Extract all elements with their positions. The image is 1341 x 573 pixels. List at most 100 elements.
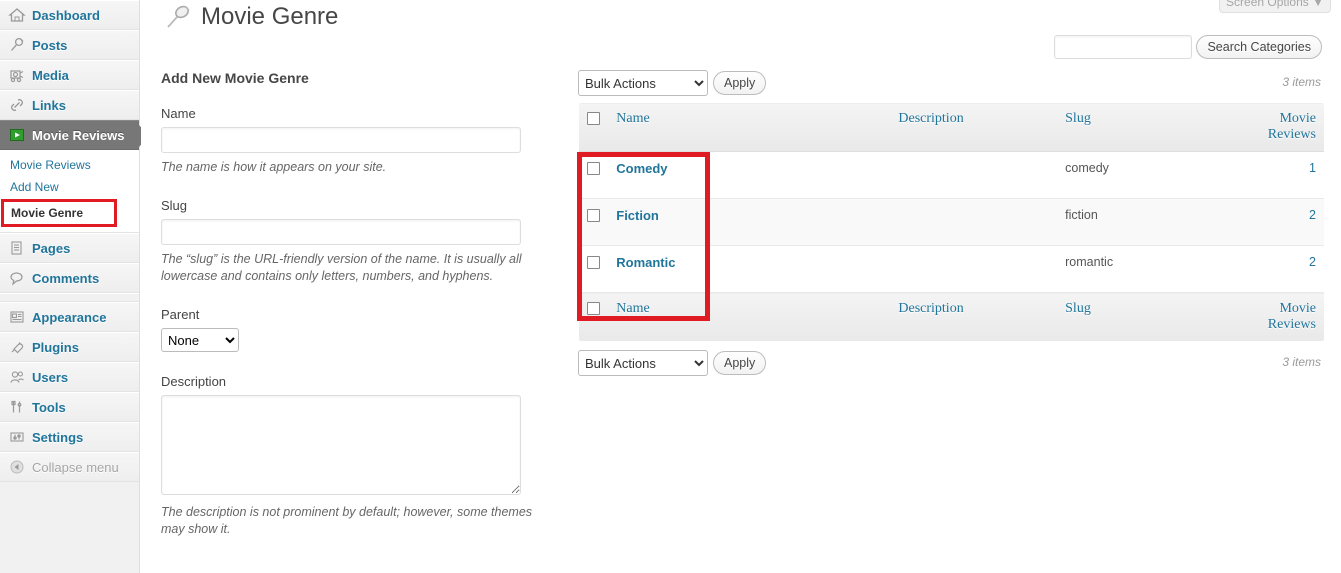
row-slug-cell: fiction — [1057, 198, 1229, 246]
sidebar-item-label: Settings — [32, 429, 84, 445]
row-count-cell: 1 — [1228, 151, 1324, 199]
comment-icon — [8, 269, 26, 287]
column-header-description[interactable]: Description — [804, 103, 1058, 152]
term-name-link[interactable]: Comedy — [616, 161, 667, 176]
sidebar-subitem-add-new[interactable]: Add New — [0, 176, 139, 198]
sidebar-item-links[interactable]: Links — [0, 90, 139, 120]
row-checkbox[interactable] — [587, 209, 600, 222]
sidebar-item-plugins[interactable]: Plugins — [0, 332, 139, 362]
select-all-header — [579, 103, 609, 152]
table-head: Name Description Slug Movie Reviews — [579, 103, 1324, 152]
field-parent: Parent None — [161, 307, 561, 352]
tablenav-top: Bulk Actions Apply 3 items — [578, 70, 1333, 102]
row-checkbox[interactable] — [587, 256, 600, 269]
row-description-cell — [804, 151, 1058, 199]
sidebar-item-dashboard[interactable]: Dashboard — [0, 0, 139, 30]
sidebar-item-media[interactable]: Media — [0, 60, 139, 90]
term-name-link[interactable]: Fiction — [616, 208, 659, 223]
form-heading: Add New Movie Genre — [161, 70, 309, 86]
sidebar-item-label: Appearance — [32, 309, 107, 325]
collapse-menu-button[interactable]: Collapse menu — [0, 452, 139, 482]
field-slug: Slug The “slug” is the URL-friendly vers… — [161, 198, 561, 285]
description-help: The description is not prominent by defa… — [161, 505, 533, 536]
name-label: Name — [161, 106, 196, 121]
bulk-actions-select-bottom[interactable]: Bulk Actions — [578, 350, 708, 376]
parent-label: Parent — [161, 307, 200, 322]
sidebar-item-pages[interactable]: Pages — [0, 233, 139, 263]
table-body: Comedy comedy 1 Fiction fiction 2 Romant… — [579, 151, 1324, 293]
search-input[interactable] — [1054, 35, 1193, 59]
bulk-actions-top: Bulk Actions Apply — [578, 70, 767, 96]
sidebar-item-movie-reviews[interactable]: Movie Reviews — [0, 120, 149, 150]
search-categories-button[interactable]: Search Categories — [1196, 35, 1322, 59]
item-count-top: 3 items — [1282, 75, 1321, 89]
sidebar-item-appearance[interactable]: Appearance — [0, 302, 139, 332]
sidebar-item-label: Pages — [32, 240, 71, 256]
bulk-actions-select-top[interactable]: Bulk Actions — [578, 70, 708, 96]
movie-play-icon — [8, 126, 26, 144]
slug-input[interactable] — [161, 219, 521, 245]
row-description-cell — [804, 198, 1058, 246]
sidebar-subitem-movie-genre[interactable]: Movie Genre — [4, 202, 114, 224]
table-row: Comedy comedy 1 — [579, 151, 1324, 199]
row-slug-cell: romantic — [1057, 245, 1229, 293]
column-footer-description[interactable]: Description — [804, 292, 1058, 341]
menu-divider — [0, 293, 139, 302]
screen-options-button[interactable]: Screen Options ▼ — [1219, 0, 1331, 13]
page-title: Movie Genre — [201, 3, 339, 30]
column-footer-slug[interactable]: Slug — [1057, 292, 1229, 341]
collapse-arrow-icon — [8, 458, 26, 476]
select-all-checkbox-top[interactable] — [587, 112, 600, 125]
parent-select[interactable]: None — [161, 328, 239, 352]
sidebar-item-label: Movie Reviews — [32, 127, 125, 143]
search-box: Search Categories — [1054, 35, 1322, 59]
column-footer-name[interactable]: Name — [608, 292, 805, 341]
select-all-footer — [579, 292, 609, 341]
column-header-name[interactable]: Name — [608, 103, 805, 152]
term-count-link[interactable]: 2 — [1309, 255, 1316, 269]
sidebar-item-posts[interactable]: Posts — [0, 30, 139, 60]
sidebar-item-label: Tools — [32, 399, 66, 415]
link-icon — [8, 96, 26, 114]
name-input[interactable] — [161, 127, 521, 153]
sidebar-item-users[interactable]: Users — [0, 362, 139, 392]
slug-label: Slug — [161, 198, 188, 213]
sidebar-item-settings[interactable]: Settings — [0, 422, 139, 452]
column-header-slug[interactable]: Slug — [1057, 103, 1229, 152]
term-count-link[interactable]: 2 — [1309, 208, 1316, 222]
sidebar-item-label: Posts — [32, 37, 68, 53]
dashboard-icon — [8, 6, 26, 24]
sidebar-item-label: Plugins — [32, 339, 79, 355]
row-name-cell: Comedy — [608, 151, 805, 199]
pushpin-icon — [161, 0, 195, 34]
admin-sidebar-menu: Dashboard Posts Media Links Movie Review… — [0, 0, 149, 573]
sidebar-item-label: Media — [32, 67, 69, 83]
term-count-link[interactable]: 1 — [1309, 161, 1316, 175]
name-description: The name is how it appears on your site. — [161, 160, 387, 174]
row-checkbox[interactable] — [587, 162, 600, 175]
table-row: Romantic romantic 2 — [579, 245, 1324, 293]
row-name-cell: Fiction — [608, 198, 805, 246]
field-description: Description The description is not promi… — [161, 374, 561, 538]
sidebar-item-comments[interactable]: Comments — [0, 263, 139, 293]
table-foot: Name Description Slug Movie Reviews — [579, 292, 1324, 341]
row-description-cell — [804, 245, 1058, 293]
movie-genre-table: Name Description Slug Movie Reviews Come… — [578, 102, 1325, 342]
select-all-checkbox-bottom[interactable] — [587, 302, 600, 315]
sidebar-subitem-movie-reviews[interactable]: Movie Reviews — [0, 154, 139, 176]
terms-list-panel: Search Categories Bulk Actions Apply 3 i… — [578, 35, 1333, 382]
description-textarea[interactable] — [161, 395, 521, 495]
movie-genre-highlight-annotation: Movie Genre — [1, 199, 117, 227]
slug-description: The “slug” is the URL-friendly version o… — [161, 252, 522, 283]
settings-icon — [8, 428, 26, 446]
column-footer-movie-reviews[interactable]: Movie Reviews — [1228, 292, 1324, 341]
column-header-movie-reviews[interactable]: Movie Reviews — [1228, 103, 1324, 152]
row-checkbox-cell — [579, 245, 609, 293]
apply-button-bottom[interactable]: Apply — [713, 351, 767, 375]
collapse-menu-label: Collapse menu — [32, 459, 119, 475]
sidebar-item-tools[interactable]: Tools — [0, 392, 139, 422]
users-icon — [8, 368, 26, 386]
apply-button-top[interactable]: Apply — [713, 71, 767, 95]
term-name-link[interactable]: Romantic — [616, 255, 675, 270]
row-slug-cell: comedy — [1057, 151, 1229, 199]
